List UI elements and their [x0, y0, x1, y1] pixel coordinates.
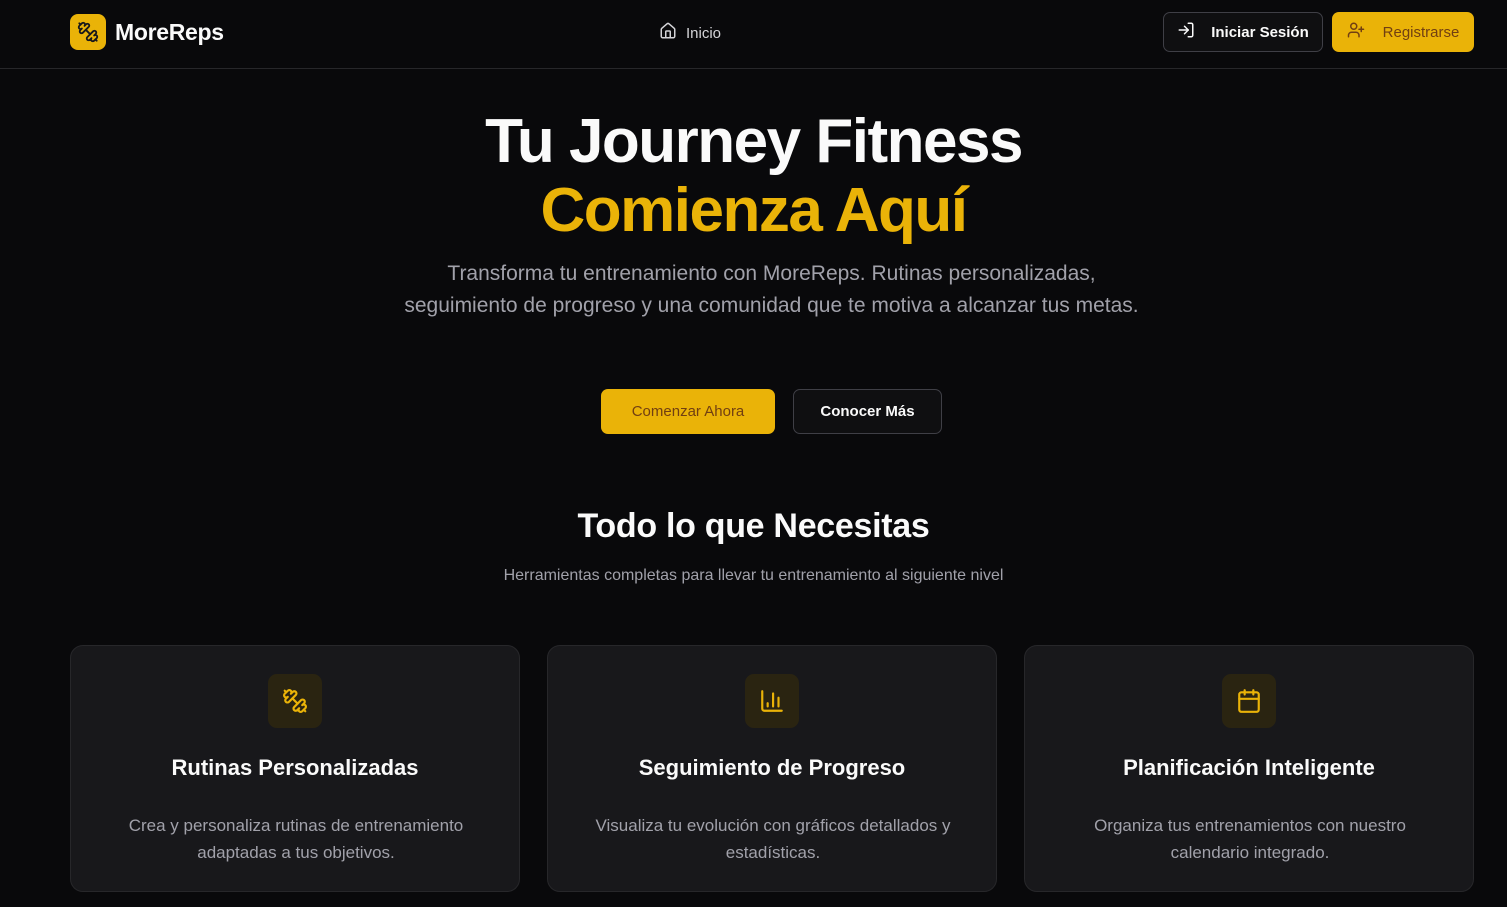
login-button[interactable]: Iniciar Sesión	[1163, 12, 1323, 52]
nav-item-home[interactable]: Inicio	[659, 21, 721, 45]
feature-card-description: Organiza tus entrenamientos con nuestro …	[1094, 816, 1406, 862]
features-subtitle: Herramientas completas para llevar tu en…	[503, 567, 1004, 584]
hero-subtitle: Transforma tu entrenamiento con MoreReps…	[404, 262, 1139, 317]
features-title: Todo lo que Necesitas	[577, 507, 930, 545]
bar-chart-icon	[745, 674, 799, 728]
brand-logo-link[interactable]: MoreReps	[70, 14, 224, 50]
log-in-icon	[1177, 21, 1195, 43]
brand-name: MoreReps	[115, 18, 224, 45]
hero-title-line2: Comienza Aquí	[540, 176, 968, 245]
calendar-icon	[1222, 674, 1276, 728]
user-plus-icon	[1347, 21, 1365, 43]
feature-card-progress: Seguimiento de Progreso Visualiza tu evo…	[547, 645, 997, 892]
register-label: Registrarse	[1382, 23, 1460, 41]
dumbbell-icon	[268, 674, 322, 728]
feature-card-title: Rutinas Personalizadas	[171, 755, 419, 780]
start-now-button[interactable]: Comenzar Ahora	[601, 389, 775, 434]
top-navbar: MoreReps Inicio Iniciar Sesión Registrar…	[0, 0, 1507, 69]
feature-card-title: Planificación Inteligente	[1123, 755, 1375, 780]
feature-card-routines: Rutinas Personalizadas Crea y personaliz…	[70, 645, 520, 892]
feature-card-description: Visualiza tu evolución con gráficos deta…	[595, 816, 951, 862]
home-icon	[659, 22, 677, 44]
learn-more-button[interactable]: Conocer Más	[793, 389, 942, 434]
nav-home-label: Inicio	[686, 24, 722, 42]
feature-card-planning: Planificación Inteligente Organiza tus e…	[1024, 645, 1474, 892]
hero-title-line1: Tu Journey Fitness	[485, 107, 1023, 176]
register-button[interactable]: Registrarse	[1332, 12, 1474, 52]
dumbbell-icon	[70, 14, 106, 50]
login-label: Iniciar Sesión	[1211, 23, 1309, 41]
feature-card-title: Seguimiento de Progreso	[638, 755, 906, 780]
feature-card-description: Crea y personaliza rutinas de entrenamie…	[128, 816, 464, 862]
